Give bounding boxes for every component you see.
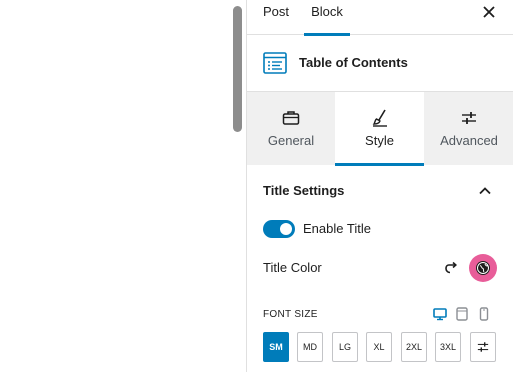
close-button[interactable] <box>479 3 499 21</box>
font-size-sm[interactable]: SM <box>263 332 289 362</box>
tab-style[interactable]: Style <box>335 92 424 166</box>
close-icon <box>483 6 495 18</box>
table-of-contents-icon <box>263 52 287 74</box>
tablet-icon[interactable] <box>455 307 469 321</box>
tab-general-label: General <box>267 133 315 148</box>
tab-style-label: Style <box>365 133 394 148</box>
desktop-icon[interactable] <box>433 307 447 321</box>
canvas-scrollbar[interactable] <box>233 6 242 132</box>
briefcase-icon <box>282 111 300 125</box>
brush-icon <box>372 109 387 127</box>
editor-canvas <box>0 0 246 372</box>
font-size-label: FONT SIZE <box>263 309 318 320</box>
toggle-knob <box>280 223 292 235</box>
chevron-up-icon[interactable] <box>477 183 493 199</box>
title-color-label: Title Color <box>263 260 322 275</box>
tab-advanced[interactable]: Advanced <box>424 92 513 165</box>
font-size-custom-button[interactable] <box>470 332 496 362</box>
tab-block[interactable]: Block <box>304 0 350 36</box>
block-card: Table of Contents <box>247 36 513 92</box>
section-title: Title Settings <box>263 183 345 198</box>
title-color-row: Title Color <box>263 254 497 282</box>
sliders-icon <box>462 112 476 124</box>
tab-advanced-label: Advanced <box>440 133 498 148</box>
sidebar-tabs: Post Block <box>247 0 513 36</box>
font-size-lg[interactable]: LG <box>332 332 358 362</box>
title-settings-header[interactable]: Title Settings <box>263 183 493 201</box>
font-size-header: FONT SIZE <box>263 307 497 323</box>
title-color-swatch[interactable] <box>469 254 497 282</box>
settings-sidebar: Post Block Table of Contents General Sty… <box>246 0 513 372</box>
enable-title-label: Enable Title <box>303 221 371 236</box>
inspector-tabs: General Style Advanced <box>247 92 513 166</box>
sliders-icon <box>477 342 489 352</box>
font-size-md[interactable]: MD <box>297 332 323 362</box>
tab-active-indicator <box>335 163 424 166</box>
block-title: Table of Contents <box>299 55 408 70</box>
tab-post[interactable]: Post <box>263 0 289 35</box>
reset-icon[interactable] <box>443 260 459 276</box>
font-size-3xl[interactable]: 3XL <box>435 332 461 362</box>
tab-general[interactable]: General <box>247 92 335 165</box>
tab-block-label: Block <box>311 4 343 19</box>
font-size-xl[interactable]: XL <box>366 332 392 362</box>
globe-icon <box>476 261 490 275</box>
font-size-2xl[interactable]: 2XL <box>401 332 427 362</box>
enable-title-toggle[interactable] <box>263 220 295 238</box>
mobile-icon[interactable] <box>477 307 491 321</box>
